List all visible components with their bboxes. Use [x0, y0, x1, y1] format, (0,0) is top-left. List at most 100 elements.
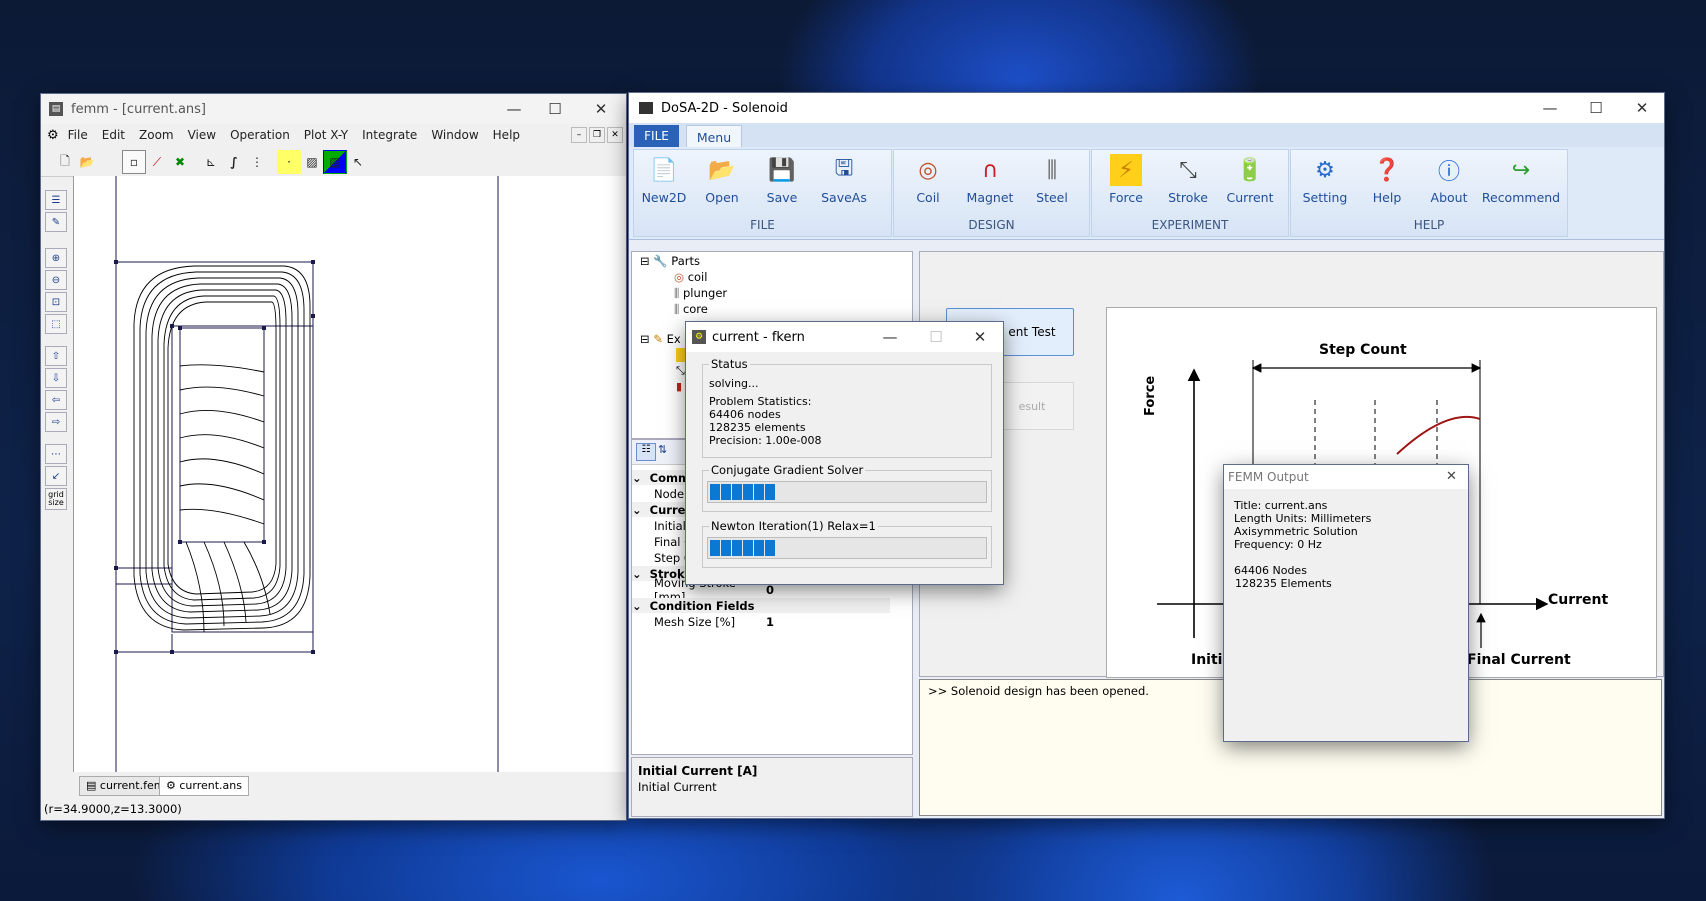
- zoom-out-icon[interactable]: ⊖: [45, 270, 67, 290]
- area-mode-icon[interactable]: ✖: [168, 150, 192, 174]
- tree-item-parts[interactable]: ⊟ 🔧 Parts: [640, 254, 700, 268]
- save-as-icon: 🖫: [834, 156, 854, 181]
- integrate-line-icon[interactable]: ∫: [222, 150, 246, 174]
- close-icon[interactable]: ✕: [1619, 93, 1664, 123]
- show-mesh-icon[interactable]: ☰: [45, 190, 67, 210]
- edit-props-icon[interactable]: ✎: [45, 212, 67, 232]
- recommend-button[interactable]: ↪ Recommend: [1481, 154, 1561, 206]
- prop-category-condition[interactable]: ⌄ Condition Fields: [632, 598, 890, 613]
- doc-tab-ans[interactable]: ⚙ current.ans: [159, 776, 249, 796]
- progress-segment: [710, 540, 720, 556]
- femm-menu-icon[interactable]: ⚙: [47, 128, 59, 143]
- file-tab[interactable]: FILE: [634, 125, 679, 147]
- newton-progress-bar: [707, 537, 987, 559]
- grid-size-label: grid size: [48, 490, 64, 507]
- progress-segment: [765, 540, 775, 556]
- femm-menu-window[interactable]: Window: [424, 128, 485, 142]
- fkern-titlebar[interactable]: ⚙ current - fkern — ☐ ✕: [686, 322, 1003, 352]
- new2d-button[interactable]: 📄 New2D: [634, 154, 694, 206]
- doc-tab-fem[interactable]: ▤ current.fem: [79, 776, 172, 796]
- femm-menubar: ⚙ File Edit Zoom View Operation Plot X-Y…: [41, 124, 626, 146]
- pointer-icon[interactable]: ↖: [346, 150, 370, 174]
- zoom-in-icon[interactable]: ⊕: [45, 248, 67, 268]
- parts-icon: 🔧: [653, 254, 668, 268]
- steel-button[interactable]: ⫼ Steel: [1022, 154, 1082, 206]
- help-button[interactable]: ❓ Help: [1357, 154, 1417, 206]
- maximize-icon[interactable]: ☐: [1573, 93, 1619, 123]
- density-plot-icon[interactable]: ·: [277, 150, 301, 174]
- info-icon: ⓘ: [1437, 160, 1460, 185]
- femm-menu-edit[interactable]: Edit: [95, 128, 132, 142]
- tree-item-core[interactable]: ⫼ core: [674, 302, 708, 317]
- femm-menu-operation[interactable]: Operation: [223, 128, 297, 142]
- sort-alpha-icon[interactable]: ⇅: [658, 443, 667, 456]
- pan-down-icon[interactable]: ⇩: [45, 368, 67, 388]
- mdi-minimize-icon[interactable]: –: [571, 127, 587, 143]
- snap-grid-icon[interactable]: ↙: [45, 466, 67, 486]
- prop-row-moving-stroke[interactable]: Moving Stroke [mm]0: [632, 576, 912, 604]
- femm-canvas[interactable]: [73, 176, 626, 772]
- pan-up-icon[interactable]: ⇧: [45, 346, 67, 366]
- close-icon[interactable]: ✕: [957, 322, 1003, 352]
- open-folder-icon[interactable]: 📂: [75, 150, 99, 174]
- tree-item-coil[interactable]: ◎ coil: [674, 270, 707, 284]
- integrate-block-icon[interactable]: ⋮: [245, 150, 269, 174]
- contour-mode-icon[interactable]: ⟋: [145, 150, 169, 174]
- zoom-window-icon[interactable]: ⬚: [45, 314, 67, 334]
- current-button[interactable]: 🔋 Current: [1220, 154, 1280, 206]
- tree-item-plunger[interactable]: ⫼ plunger: [674, 286, 727, 301]
- femm-menu-view[interactable]: View: [181, 128, 223, 142]
- coil-icon: ◎: [918, 157, 938, 183]
- femm-menu-file[interactable]: File: [61, 128, 95, 142]
- flux-plot: [114, 176, 499, 772]
- menu-tab[interactable]: Menu: [686, 125, 742, 148]
- close-icon[interactable]: ✕: [578, 94, 624, 124]
- femm-menu-help[interactable]: Help: [486, 128, 527, 142]
- zoom-natural-icon[interactable]: ⊡: [45, 292, 67, 312]
- saveas-button[interactable]: 🖫 SaveAs: [814, 154, 874, 205]
- dosa-titlebar[interactable]: DoSA-2D - Solenoid — ☐ ✕: [629, 93, 1664, 123]
- femm-menu-zoom[interactable]: Zoom: [132, 128, 181, 142]
- recommend-arrow-icon: ↪: [1511, 157, 1531, 183]
- prop-row-mesh-size[interactable]: Mesh Size [%] 1: [632, 614, 912, 629]
- coil-button[interactable]: ◎ Coil: [898, 154, 958, 206]
- grid-size-button[interactable]: grid size: [45, 488, 67, 510]
- about-button[interactable]: ⓘ About: [1419, 154, 1479, 205]
- experiment-icon: ✎: [653, 332, 663, 346]
- femm-menu-plotxy[interactable]: Plot X-Y: [297, 128, 355, 142]
- minimize-icon[interactable]: —: [1527, 93, 1573, 123]
- femm-statusbar: (r=34.9000,z=13.3000): [41, 798, 626, 820]
- tree-item-current-exp[interactable]: ▮: [676, 380, 682, 393]
- femm-menu-integrate[interactable]: Integrate: [355, 128, 424, 142]
- categorized-icon[interactable]: ☷: [636, 443, 656, 461]
- mdi-restore-icon[interactable]: ❐: [589, 127, 605, 143]
- minimize-icon[interactable]: —: [491, 94, 537, 124]
- plot-xy-icon[interactable]: ⊾: [199, 150, 223, 174]
- output-line-blank: [1234, 551, 1462, 564]
- mdi-close-icon[interactable]: ✕: [607, 127, 623, 143]
- maximize-icon[interactable]: ☐: [532, 94, 578, 124]
- stroke-button[interactable]: ⤡ Stroke: [1158, 154, 1218, 206]
- femm-output-titlebar[interactable]: FEMM Output ✕: [1224, 465, 1468, 489]
- pan-left-icon[interactable]: ⇦: [45, 390, 67, 410]
- femm-titlebar[interactable]: ▤ femm - [current.ans] — ☐ ✕: [41, 94, 626, 124]
- hatch-plot-icon[interactable]: ▨: [300, 150, 324, 174]
- point-mode-icon[interactable]: ▫: [122, 150, 146, 174]
- result-label: esult: [1018, 399, 1046, 413]
- setting-button[interactable]: ⚙ Setting: [1295, 154, 1355, 206]
- minimize-icon[interactable]: —: [867, 322, 913, 352]
- new-file-icon[interactable]: 🗋: [53, 150, 77, 174]
- show-grid-icon[interactable]: ⋯: [45, 444, 67, 464]
- close-icon[interactable]: ✕: [1446, 469, 1457, 484]
- magnet-button[interactable]: ∩ Magnet: [960, 154, 1020, 206]
- diagram-final-label: Final Current: [1467, 652, 1571, 668]
- femm-window-title: femm - [current.ans]: [71, 101, 207, 117]
- force-button[interactable]: ⚡ Force: [1096, 154, 1156, 205]
- tree-item-stroke-exp[interactable]: ⤡: [676, 364, 685, 378]
- vector-plot-icon[interactable]: ▧: [323, 150, 347, 174]
- help-book-icon: ❓: [1373, 157, 1401, 183]
- tree-item-experiments[interactable]: ⊟ ✎ Ex: [640, 332, 681, 346]
- pan-right-icon[interactable]: ⇨: [45, 412, 67, 432]
- save-button[interactable]: 💾 Save: [752, 154, 812, 206]
- open-button[interactable]: 📂 Open: [692, 154, 752, 206]
